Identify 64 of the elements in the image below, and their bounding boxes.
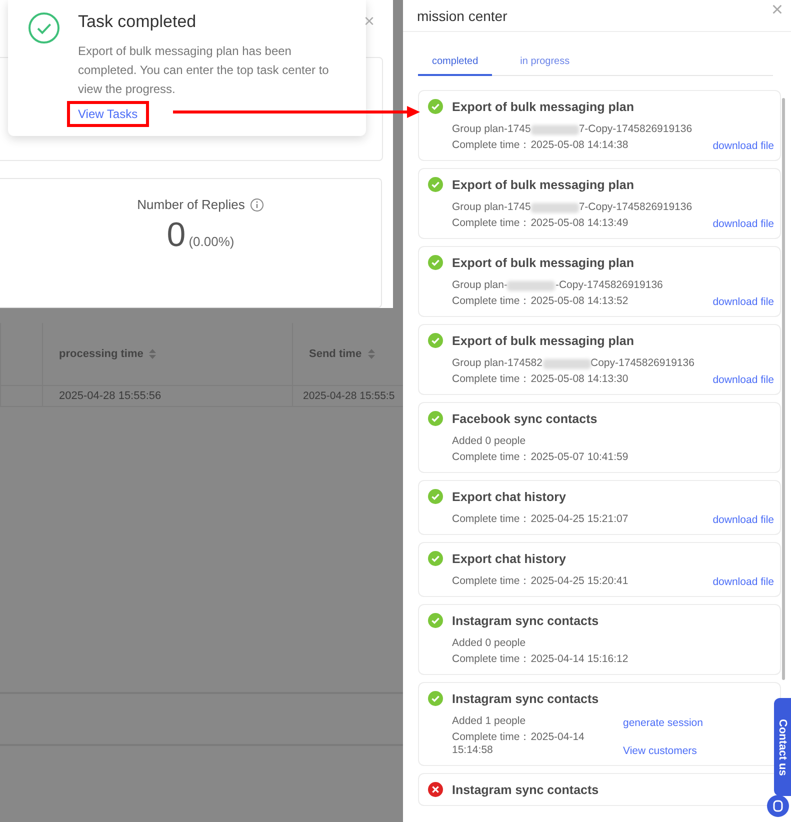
action-link[interactable]: download file	[712, 140, 774, 152]
close-button[interactable]: ×	[771, 0, 783, 20]
check-circle-icon	[28, 12, 60, 44]
task-title: Export chat history	[452, 552, 566, 566]
task-title: Facebook sync contacts	[452, 412, 598, 426]
task-detail: -Copy-1745826919136	[555, 279, 663, 292]
task-detail: Added 0 people	[452, 435, 527, 448]
sort-icon[interactable]	[149, 349, 156, 359]
column-header[interactable]: Send time	[309, 348, 362, 360]
task-detail: Group plan-1745	[452, 201, 531, 214]
chat-icon	[773, 800, 783, 812]
action-link[interactable]: download file	[712, 576, 774, 588]
info-icon[interactable]	[250, 198, 264, 212]
task-title: Instagram sync contacts	[452, 614, 599, 628]
action-link[interactable]: View customers	[623, 745, 697, 757]
task-detail: Copy-1745826919136	[590, 357, 694, 370]
sort-icon[interactable]	[368, 349, 375, 359]
task-detail: Complete time：2025-05-08 14:13:49	[452, 217, 630, 230]
task-title: Export of bulk messaging plan	[452, 334, 634, 348]
notification-message: Export of bulk messaging plan has been completed. You can enter the top task center to view the progress.	[78, 43, 330, 98]
task-detail: Added 1 people	[452, 715, 527, 728]
scrollbar[interactable]	[782, 98, 785, 680]
task-title: Instagram sync contacts	[452, 692, 599, 706]
task-detail: Complete time：2025-04-14 15:14:58	[452, 731, 586, 757]
action-link[interactable]: download file	[712, 514, 774, 526]
stat-label: Number of Replies	[137, 197, 245, 212]
task-detail: Complete time：2025-05-08 14:13:52	[452, 295, 630, 308]
table-cell: 2025-04-28 15:55:5	[303, 390, 395, 402]
chat-button[interactable]	[767, 795, 789, 817]
task-detail: Complete time：2025-05-08 14:13:30	[452, 373, 630, 386]
task-title: Export of bulk messaging plan	[452, 178, 634, 192]
task-detail: Complete time：2025-04-14 15:16:12	[452, 653, 630, 666]
task-detail: Added 0 people	[452, 637, 527, 650]
stat-value: 0	[166, 216, 186, 255]
task-detail: 7-Copy-1745826919136	[578, 123, 692, 136]
redacted-mark	[542, 358, 590, 368]
drawer-title: mission center	[417, 8, 508, 24]
redacted-mark	[530, 202, 579, 212]
task-detail: Group plan-174582	[452, 357, 542, 370]
redacted-mark	[530, 124, 579, 134]
task-detail: 7-Copy-1745826919136	[578, 201, 692, 214]
task-title: Instagram sync contacts	[452, 782, 599, 796]
action-link[interactable]: download file	[712, 218, 774, 230]
tab[interactable]: in progress	[506, 52, 584, 76]
table-cell: 2025-04-28 15:55:56	[59, 390, 162, 402]
column-header[interactable]: processing time	[59, 348, 144, 360]
contact-us-tab[interactable]: Contact us	[774, 698, 791, 796]
redacted-mark	[507, 280, 556, 290]
tab[interactable]: completed	[418, 52, 492, 76]
action-link[interactable]: download file	[712, 374, 774, 386]
notification-title: Task completed	[78, 12, 198, 32]
task-title: Export of bulk messaging plan	[452, 100, 634, 114]
task-detail: Complete time：2025-04-25 15:21:07	[452, 513, 630, 526]
stat-percent: (0.00%)	[188, 234, 234, 249]
task-detail: Complete time：2025-05-08 14:14:38	[452, 139, 630, 152]
task-detail: Group plan-	[452, 279, 508, 292]
task-title: Export chat history	[452, 490, 566, 504]
task-title: Export of bulk messaging plan	[452, 256, 634, 270]
action-link[interactable]: download file	[712, 296, 774, 308]
task-detail: Complete time：2025-04-25 15:20:41	[452, 575, 630, 588]
action-link[interactable]: generate session	[623, 717, 703, 729]
task-detail: Complete time：2025-05-07 10:41:59	[452, 451, 630, 464]
task-detail: Group plan-1745	[452, 123, 531, 136]
view-tasks-link[interactable]: View Tasks	[78, 107, 138, 121]
